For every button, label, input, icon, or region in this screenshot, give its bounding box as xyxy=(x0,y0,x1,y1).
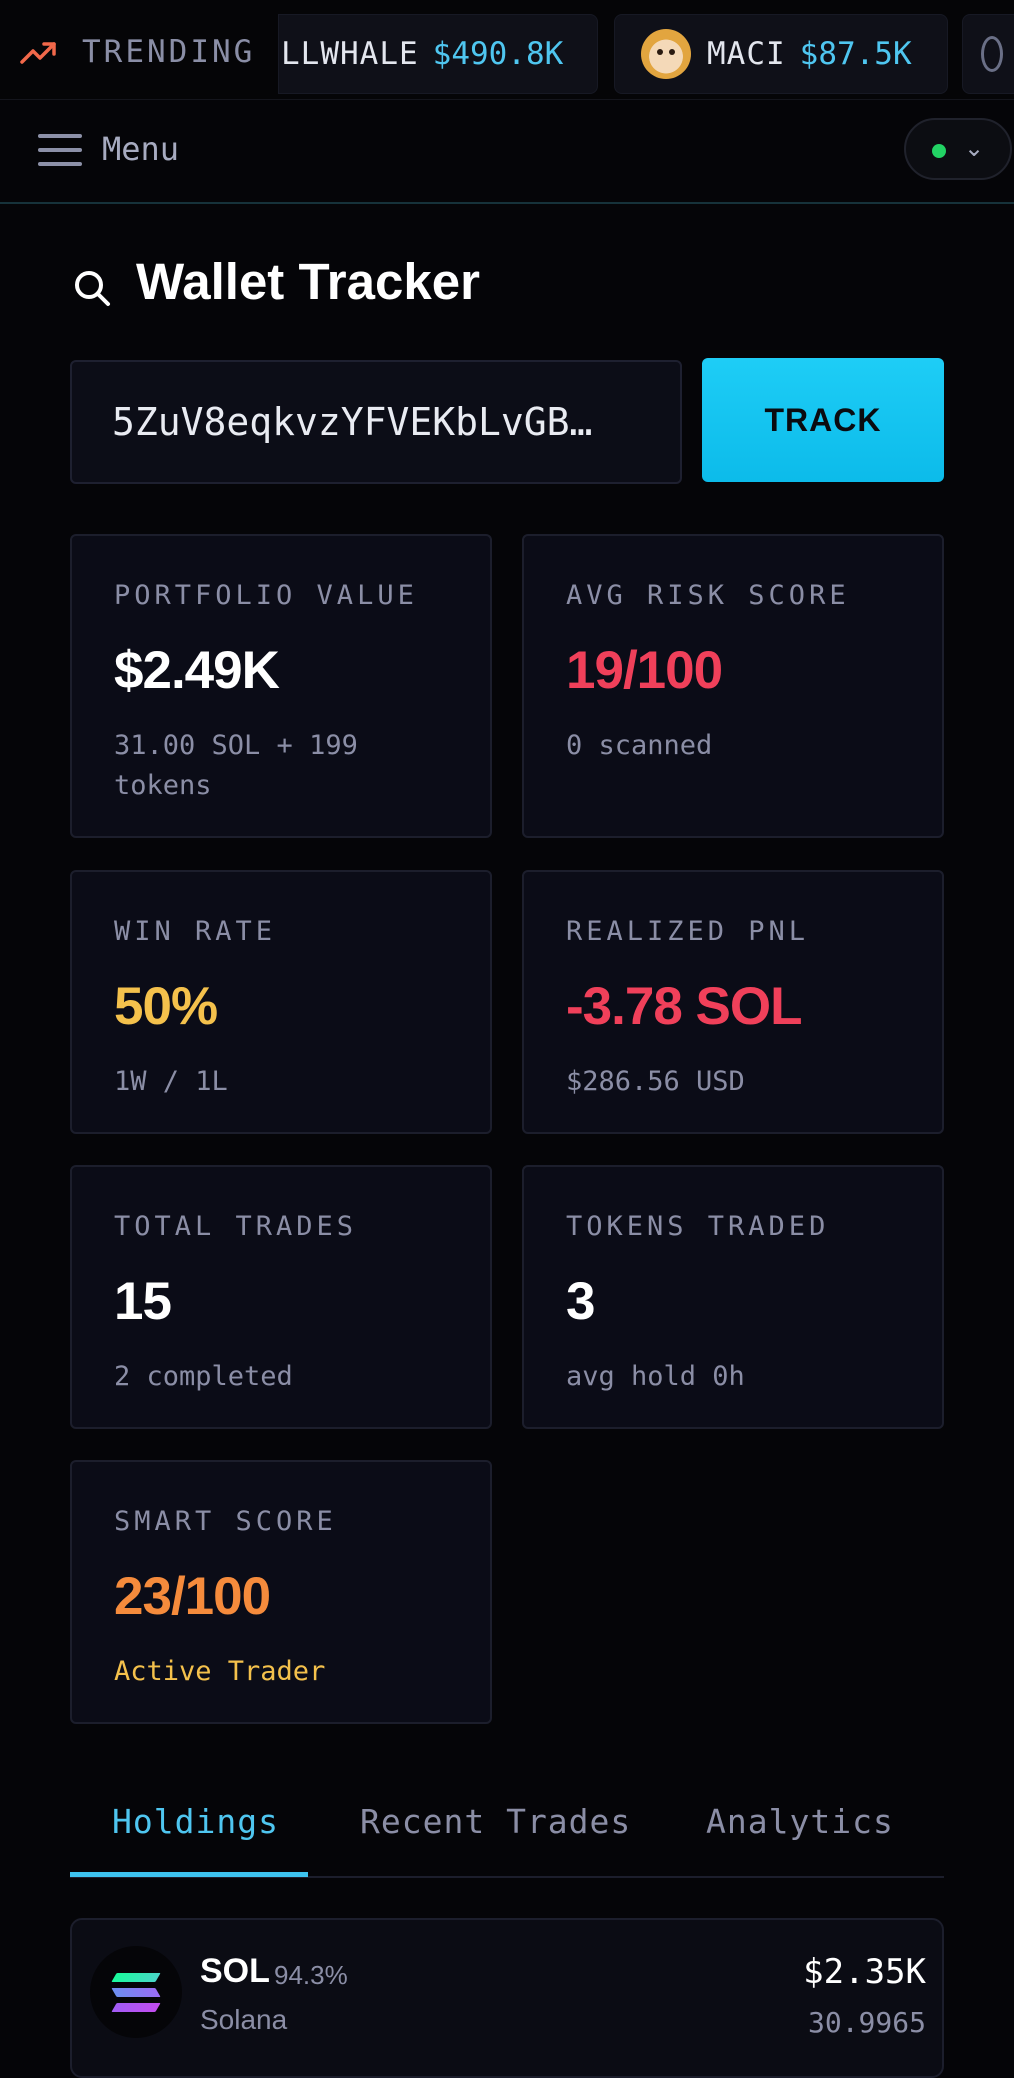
realized-pnl-card: REALIZED PNL -3.78 SOL $286.56 USD xyxy=(522,870,944,1134)
ticker-item-name: MACI xyxy=(707,36,786,72)
stat-subtext: $286.56 USD xyxy=(566,1066,745,1097)
network-selector[interactable]: ⌄ xyxy=(904,118,1012,180)
stat-label: REALIZED PNL xyxy=(566,916,810,947)
tab-holdings[interactable]: Holdings xyxy=(112,1802,279,1841)
holding-usd-value: $2.35K xyxy=(803,1952,926,1992)
tokens-traded-card: TOKENS TRADED 3 avg hold 0h xyxy=(522,1165,944,1429)
stat-label: AVG RISK SCORE xyxy=(566,580,850,611)
ticker-item-value: $490.8K xyxy=(432,36,564,72)
stat-value: $2.49K xyxy=(114,641,280,700)
holding-row[interactable]: SOL 94.3% Solana $2.35K 30.9965 xyxy=(70,1918,944,2078)
top-header: Menu ⌄ xyxy=(0,100,1014,204)
holding-percent: 94.3% xyxy=(274,1960,348,1990)
search-icon xyxy=(75,271,110,306)
stat-label: TOTAL TRADES xyxy=(114,1211,358,1242)
stat-value: 3 xyxy=(566,1272,596,1331)
stat-subtext: avg hold 0h xyxy=(566,1361,745,1392)
stat-subtext: 0 scanned xyxy=(566,730,713,761)
chevron-down-icon: ⌄ xyxy=(964,135,985,162)
ticker-item-llwhale[interactable]: LLWHALE $490.8K xyxy=(278,14,598,94)
content-tabs: Holdings Recent Trades Analytics xyxy=(70,1784,944,1878)
portfolio-value-card: PORTFOLIO VALUE $2.49K 31.00 SOL + 199 t… xyxy=(70,534,492,838)
ticker-item-value: $87.5K xyxy=(799,36,912,72)
ticker-item-maci[interactable]: MACI $87.5K xyxy=(614,14,948,94)
stat-value: 23/100 xyxy=(114,1567,271,1626)
tab-analytics[interactable]: Analytics xyxy=(706,1802,894,1841)
token-avatar xyxy=(981,36,1003,72)
stat-value: 15 xyxy=(114,1272,172,1331)
page-title: Wallet Tracker xyxy=(136,253,480,310)
stat-value: 50% xyxy=(114,977,218,1036)
stat-value: 19/100 xyxy=(566,641,723,700)
track-button[interactable]: TRACK xyxy=(702,358,944,482)
stat-subtext: 1W / 1L xyxy=(114,1066,228,1097)
hamburger-menu-icon[interactable] xyxy=(38,134,82,166)
stat-value: -3.78 SOL xyxy=(566,977,802,1036)
holding-name: Solana xyxy=(200,2004,288,2035)
trending-ticker: TRENDING LLWHALE $490.8K MACI $87.5K xyxy=(0,0,1014,100)
active-tab-indicator xyxy=(70,1872,308,1877)
stat-label: WIN RATE xyxy=(114,916,277,947)
stat-label: SMART SCORE xyxy=(114,1506,337,1537)
solana-logo-icon xyxy=(90,1946,182,2038)
holding-symbol: SOL xyxy=(200,1952,270,1990)
trending-up-icon xyxy=(20,42,56,64)
stat-label: PORTFOLIO VALUE xyxy=(114,580,418,611)
stat-subtext: 2 completed xyxy=(114,1361,293,1392)
trending-label: TRENDING xyxy=(82,34,256,70)
status-dot-icon xyxy=(932,144,946,158)
ticker-item-partial[interactable] xyxy=(962,14,1014,94)
avg-risk-score-card: AVG RISK SCORE 19/100 0 scanned xyxy=(522,534,944,838)
stat-subtext: 31.00 SOL + 199 tokens xyxy=(114,730,358,801)
token-avatar xyxy=(641,29,691,79)
tab-recent-trades[interactable]: Recent Trades xyxy=(360,1802,631,1841)
stat-subtext: Active Trader xyxy=(114,1656,326,1687)
ticker-item-name: LLWHALE xyxy=(281,36,419,72)
holding-amount: 30.9965 xyxy=(807,2006,926,2039)
smart-score-card: SMART SCORE 23/100 Active Trader xyxy=(70,1460,492,1724)
win-rate-card: WIN RATE 50% 1W / 1L xyxy=(70,870,492,1134)
menu-button[interactable]: Menu xyxy=(102,130,179,168)
stat-label: TOKENS TRADED xyxy=(566,1211,830,1242)
wallet-address-input[interactable]: 5ZuV8eqkvzYFVEKbLvGB… xyxy=(70,360,682,484)
total-trades-card: TOTAL TRADES 15 2 completed xyxy=(70,1165,492,1429)
